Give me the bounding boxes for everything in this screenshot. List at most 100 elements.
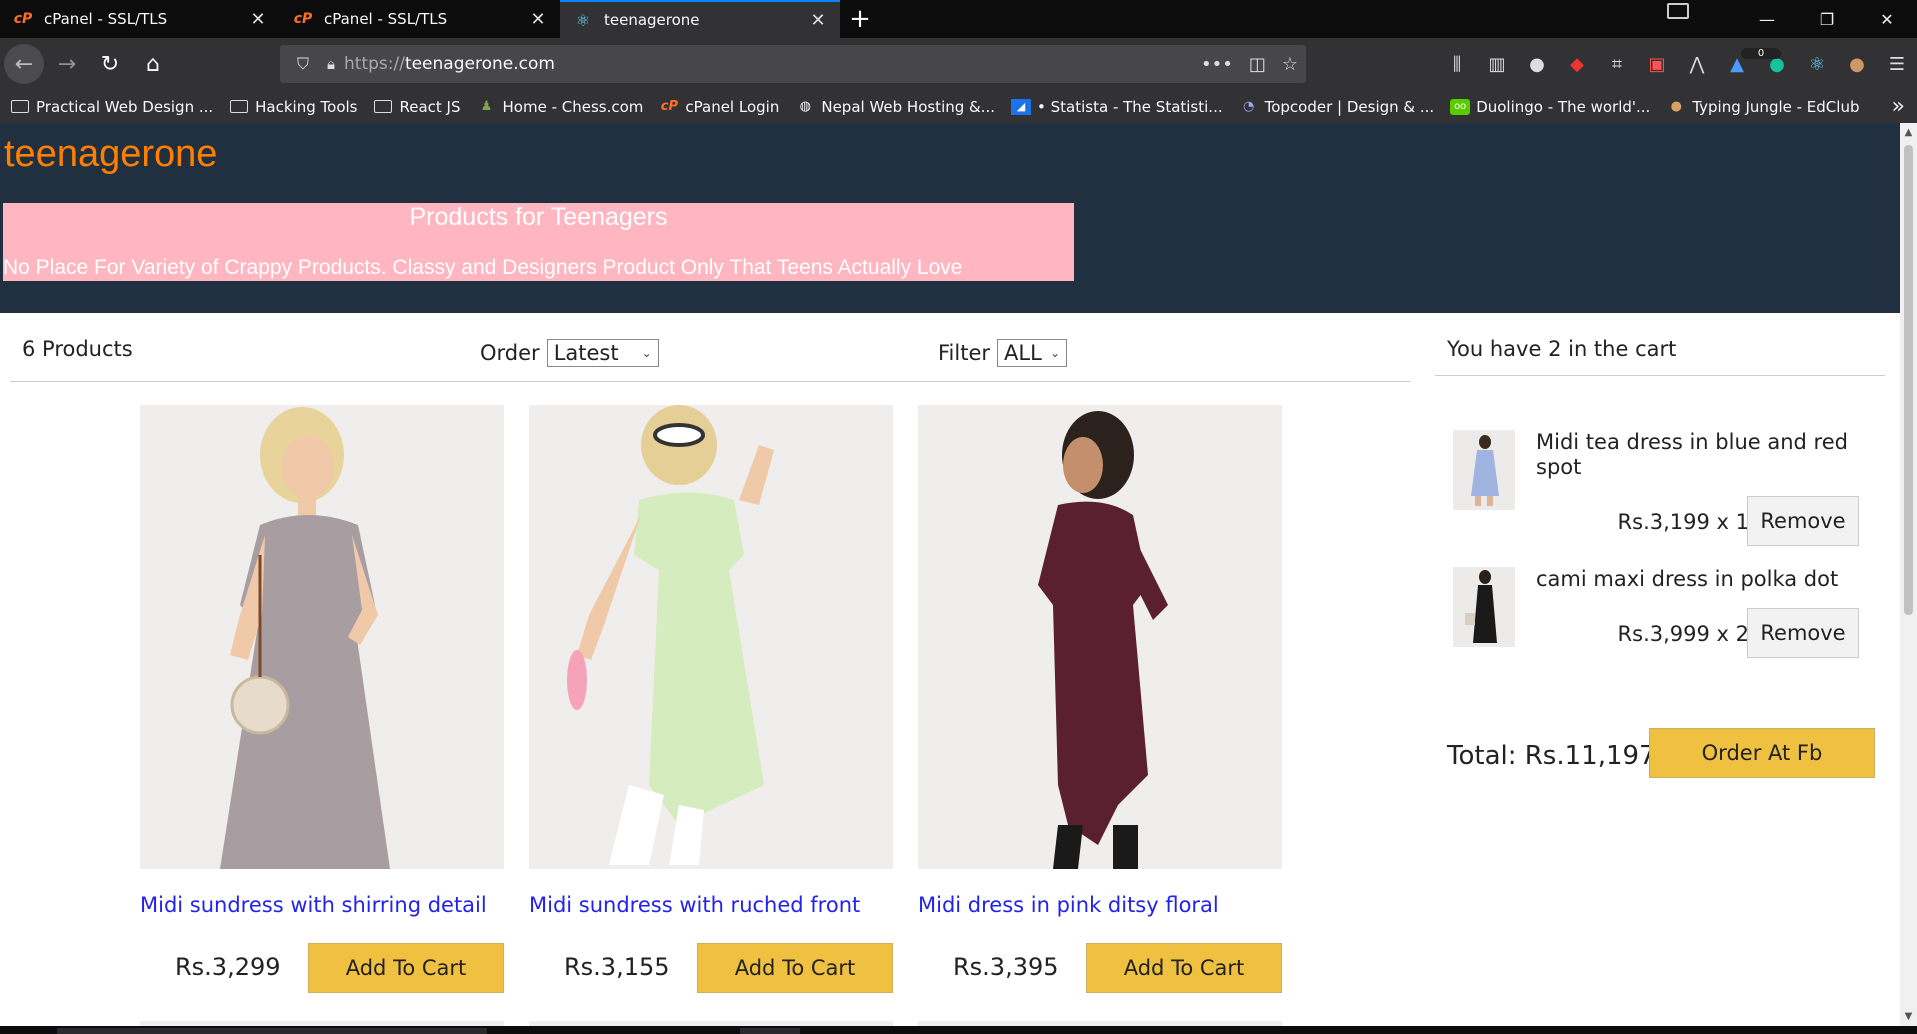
product-image[interactable] — [529, 405, 893, 869]
add-to-cart-button[interactable]: Add To Cart — [1086, 943, 1282, 993]
library-icon[interactable]: ⫼ — [1437, 54, 1477, 75]
new-tab-button[interactable]: + — [840, 0, 880, 38]
scrollbar-thumb[interactable] — [1904, 145, 1913, 615]
bookmark-item[interactable]: ◔ Topcoder | Design & ... — [1239, 98, 1434, 116]
scrollbar[interactable]: ▲ ▼ — [1900, 123, 1917, 1026]
product-image[interactable] — [140, 405, 504, 869]
filter-label: Filter — [938, 341, 991, 365]
cart-item-title: cami maxi dress in polka dot — [1536, 567, 1839, 591]
product-image[interactable] — [918, 405, 1282, 869]
cart-item-image — [1453, 430, 1515, 510]
cpanel-icon: cP — [660, 99, 678, 114]
tab-teenagerone[interactable]: ⚛ teenagerone ✕ — [560, 0, 840, 38]
product-name-link[interactable]: Midi sundress with ruched front — [529, 893, 893, 917]
extension-icon[interactable]: ▣ — [1637, 54, 1677, 75]
chevron-right-icon[interactable]: » — [1892, 90, 1905, 123]
bookmark-item[interactable]: Practical Web Design ... — [10, 98, 213, 116]
tab-title: cPanel - SSL/TLS — [324, 10, 448, 28]
cart-item-title: Midi tea dress in blue and red spot — [1536, 430, 1848, 479]
product-name-link[interactable]: Midi sundress with shirring detail — [140, 893, 504, 917]
cart-total: Total: Rs.11,197 — [1447, 741, 1656, 771]
extension-icon[interactable]: ⋀ — [1677, 54, 1717, 75]
bookmark-item[interactable]: ● Typing Jungle - EdClub — [1666, 98, 1860, 116]
order-at-fb-button[interactable]: Order At Fb — [1649, 728, 1875, 778]
product-card: Midi dress in pink ditsy floral Rs.3,395… — [918, 405, 1282, 993]
site-logo[interactable]: teenagerone — [4, 133, 217, 176]
add-to-cart-button[interactable]: Add To Cart — [308, 943, 504, 993]
url-bar[interactable]: ⛉ 🔒︎ https://teenagerone.com ••• ◫ ☆ — [280, 45, 1306, 83]
cart-item: cami maxi dress in polka dot Rs.3,999 x … — [1453, 567, 1873, 667]
account-icon[interactable]: ● — [1517, 54, 1557, 75]
crop-icon[interactable]: ⌗ — [1597, 54, 1637, 75]
scroll-up-icon[interactable]: ▲ — [1900, 127, 1917, 138]
banner-subtitle: No Place For Variety of Crappy Products.… — [3, 256, 963, 279]
close-icon[interactable]: ✕ — [528, 9, 548, 30]
order-label: Order — [480, 341, 540, 365]
reload-button[interactable]: ↻ — [90, 44, 130, 84]
pocket-icon[interactable]: ◫ — [1249, 54, 1266, 75]
cart-item-qty: Rs.3,199 x 1 — [1617, 510, 1749, 534]
horizontal-scrollbar — [0, 1026, 1917, 1034]
extension-icon[interactable]: ◆ — [1557, 54, 1597, 75]
remove-button[interactable]: Remove — [1747, 608, 1859, 658]
filter-select[interactable]: ALL ⌄ — [997, 339, 1068, 367]
close-window-button[interactable]: ✕ — [1857, 0, 1917, 38]
product-name-link[interactable]: Midi dress in pink ditsy floral — [918, 893, 1282, 917]
scrollbar-segment — [740, 1028, 800, 1034]
close-icon[interactable]: ✕ — [248, 9, 268, 30]
bookmark-item[interactable]: ◍ Nepal Web Hosting &... — [795, 98, 995, 116]
chevron-down-icon: ⌄ — [1049, 346, 1061, 360]
order-select[interactable]: Latest ⌄ — [546, 339, 659, 367]
product-footer: Rs.3,155 Add To Cart — [529, 943, 893, 993]
scrollbar-thumb[interactable] — [57, 1028, 487, 1034]
order-control: Order Latest ⌄ — [480, 339, 659, 367]
shield-icon[interactable]: ⛉ — [288, 54, 318, 74]
page-actions-icon[interactable]: ••• — [1201, 54, 1233, 75]
minimize-button[interactable]: — — [1737, 0, 1797, 38]
extension-badge-icon[interactable]: ▲ 0 — [1717, 47, 1781, 75]
add-to-cart-button[interactable]: Add To Cart — [697, 943, 893, 993]
back-button[interactable]: ← — [4, 44, 44, 84]
restore-button[interactable]: ❐ — [1797, 0, 1857, 38]
folder-icon — [229, 99, 249, 115]
scroll-down-icon[interactable]: ▼ — [1900, 1011, 1917, 1022]
remove-button[interactable]: Remove — [1747, 496, 1859, 546]
picture-in-picture-icon[interactable] — [1667, 3, 1689, 19]
site-header: teenagerone Products for Teenagers No Pl… — [0, 123, 1900, 313]
tab-cpanel-2[interactable]: cP cPanel - SSL/TLS ✕ — [280, 0, 560, 38]
url-text[interactable]: https://teenagerone.com — [344, 54, 555, 74]
star-icon[interactable]: ☆ — [1282, 54, 1298, 75]
forward-button[interactable]: → — [47, 44, 87, 84]
extension-icon[interactable]: ● — [1837, 54, 1877, 75]
bookmark-item[interactable]: ◢ • Statista - The Statisti... — [1011, 98, 1223, 116]
product-footer: Rs.3,395 Add To Cart — [918, 943, 1282, 993]
product-card: Midi sundress with shirring detail Rs.3,… — [140, 405, 504, 993]
bookmark-item[interactable]: oo Duolingo - The world'... — [1450, 98, 1650, 116]
globe-icon: ◍ — [799, 99, 812, 114]
sidebar-icon[interactable]: ▥ — [1477, 54, 1517, 75]
bookmark-item[interactable]: React JS — [373, 98, 461, 116]
tab-cpanel-1[interactable]: cP cPanel - SSL/TLS ✕ — [0, 0, 280, 38]
statista-icon: ◢ — [1011, 98, 1032, 115]
menu-icon[interactable]: ☰ — [1877, 54, 1917, 75]
react-devtools-icon[interactable]: ⚛ — [1797, 54, 1837, 75]
product-card: Midi sundress with ruched front Rs.3,155… — [529, 405, 893, 993]
chess-icon: ♟ — [480, 99, 493, 114]
product-price: Rs.3,299 — [175, 953, 281, 981]
react-icon: ⚛ — [575, 10, 591, 30]
lock-icon[interactable]: 🔒︎ — [318, 55, 344, 73]
duolingo-icon: oo — [1450, 98, 1471, 115]
cpanel-icon: cP — [13, 11, 33, 27]
close-icon[interactable]: ✕ — [808, 10, 828, 31]
home-button[interactable]: ⌂ — [133, 44, 173, 84]
folder-icon — [373, 99, 393, 115]
folder-icon — [10, 99, 30, 115]
bookmarks-bar: Practical Web Design ... Hacking Tools R… — [0, 90, 1917, 123]
page-viewport: teenagerone Products for Teenagers No Pl… — [0, 123, 1900, 1026]
cart-item: Midi tea dress in blue and red spot Rs.3… — [1453, 430, 1873, 546]
bookmark-item[interactable]: cP cPanel Login — [659, 98, 780, 116]
bookmark-item[interactable]: ♟ Home - Chess.com — [477, 98, 644, 116]
tab-bar: cP cPanel - SSL/TLS ✕ cP cPanel - SSL/TL… — [0, 0, 1917, 38]
filter-bar: 6 Products Order Latest ⌄ Filter ALL ⌄ — [10, 313, 1410, 382]
bookmark-item[interactable]: Hacking Tools — [229, 98, 357, 116]
